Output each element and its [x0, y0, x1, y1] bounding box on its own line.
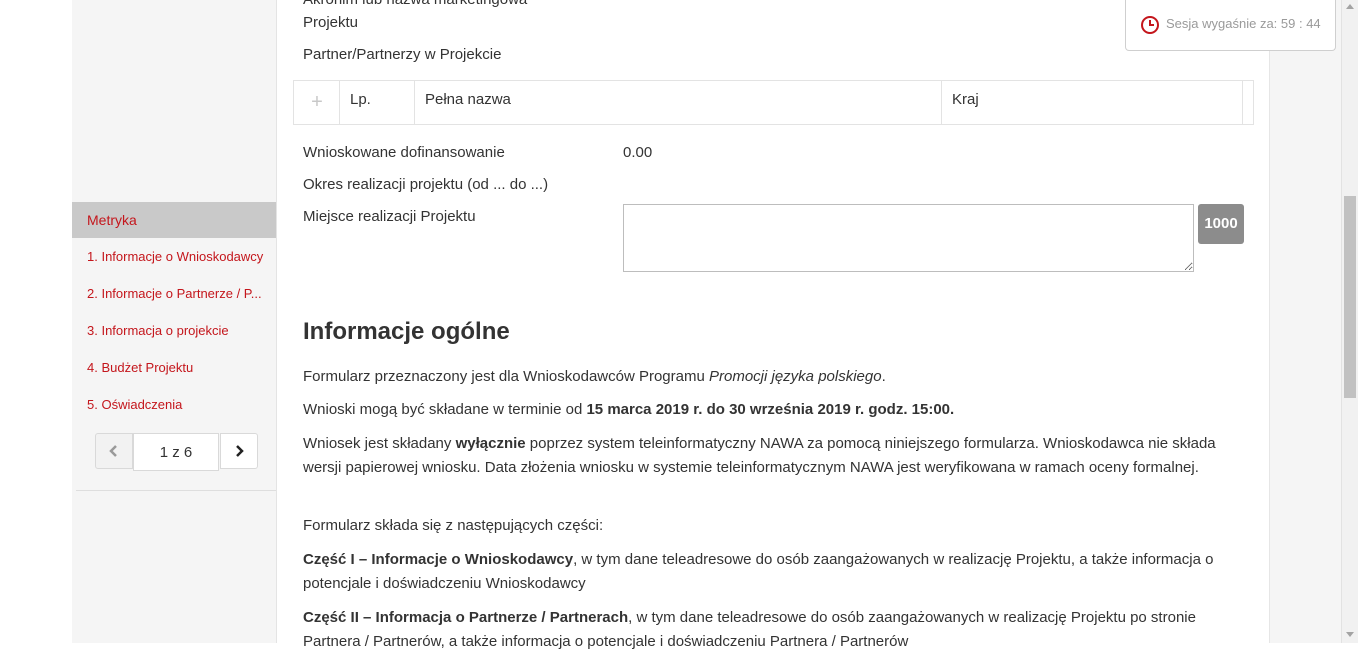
sidebar-divider — [76, 490, 276, 491]
column-header-name: Pełna nazwa — [414, 81, 942, 124]
info-paragraph-6: Część II – Informacja o Partnerze / Part… — [303, 609, 1196, 650]
info-paragraph-1: Formularz przeznaczony jest dla Wnioskod… — [303, 368, 886, 385]
add-partner-button[interactable]: + — [302, 83, 332, 121]
page-indicator: 1 z 6 — [133, 433, 219, 471]
sidebar-item-metryka[interactable]: Metryka — [72, 202, 276, 238]
main-content: Akronim lub nazwa marketingowa Projektu … — [277, 0, 1269, 650]
info-paragraph-4: Formularz składa się z następujących czę… — [303, 517, 604, 534]
clock-icon — [1141, 16, 1159, 34]
session-time: 59 : 44 — [1280, 16, 1321, 31]
sidebar-item-wnioskodawca[interactable]: 1. Informacje o Wnioskodawcy — [72, 239, 276, 275]
chevron-right-icon — [236, 445, 244, 457]
page-scrollbar[interactable] — [1341, 0, 1358, 643]
session-timer: Sesja wygaśnie za: 59 : 44 — [1125, 0, 1336, 51]
sidebar-item-oswiadczenia[interactable]: 5. Oświadczenia — [72, 387, 276, 423]
next-page-button[interactable] — [220, 433, 258, 469]
acronym-label: Akronim lub nazwa marketingowa — [303, 0, 527, 8]
partners-label: Partner/Partnerzy w Projekcie — [303, 46, 502, 63]
info-paragraph-3: Wniosek jest składany wyłącznie poprzez … — [303, 435, 1216, 476]
partners-table: + Lp. Pełna nazwa Kraj — [293, 80, 1254, 125]
acronym-label-line2: Projektu — [303, 14, 359, 31]
left-gutter — [0, 0, 72, 643]
sidebar-item-budzet[interactable]: 4. Budżet Projektu — [72, 350, 276, 386]
right-gutter — [1269, 0, 1342, 643]
sidebar: Metryka 1. Informacje o Wnioskodawcy 2. … — [72, 0, 277, 643]
column-header-lp: Lp. — [339, 81, 415, 124]
prev-page-button[interactable] — [95, 433, 133, 469]
sidebar-item-partner[interactable]: 2. Informacje o Partnerze / P... — [72, 276, 276, 312]
info-paragraph-2: Wnioski mogą być składane w terminie od … — [303, 401, 955, 418]
session-timer-text: Sesja wygaśnie za: 59 : 44 — [1166, 16, 1321, 31]
char-counter-badge: 1000 — [1198, 204, 1244, 244]
scrollbar-thumb[interactable] — [1344, 196, 1356, 398]
scroll-up-icon[interactable] — [1346, 4, 1354, 9]
scroll-down-icon[interactable] — [1346, 632, 1354, 637]
section-heading: Informacje ogólne — [303, 318, 510, 345]
column-header-country: Kraj — [941, 81, 1243, 124]
funding-value: 0.00 — [623, 144, 653, 161]
place-label: Miejsce realizacji Projektu — [303, 208, 476, 225]
place-textarea[interactable] — [623, 204, 1194, 272]
funding-label: Wnioskowane dofinansowanie — [303, 144, 505, 161]
period-label: Okres realizacji projektu (od ... do ...… — [303, 176, 549, 193]
sidebar-item-projekt[interactable]: 3. Informacja o projekcie — [72, 313, 276, 349]
info-paragraph-5: Część I – Informacje o Wnioskodawcy, w t… — [303, 551, 1214, 592]
chevron-left-icon — [109, 445, 117, 457]
plus-icon: + — [311, 91, 323, 113]
